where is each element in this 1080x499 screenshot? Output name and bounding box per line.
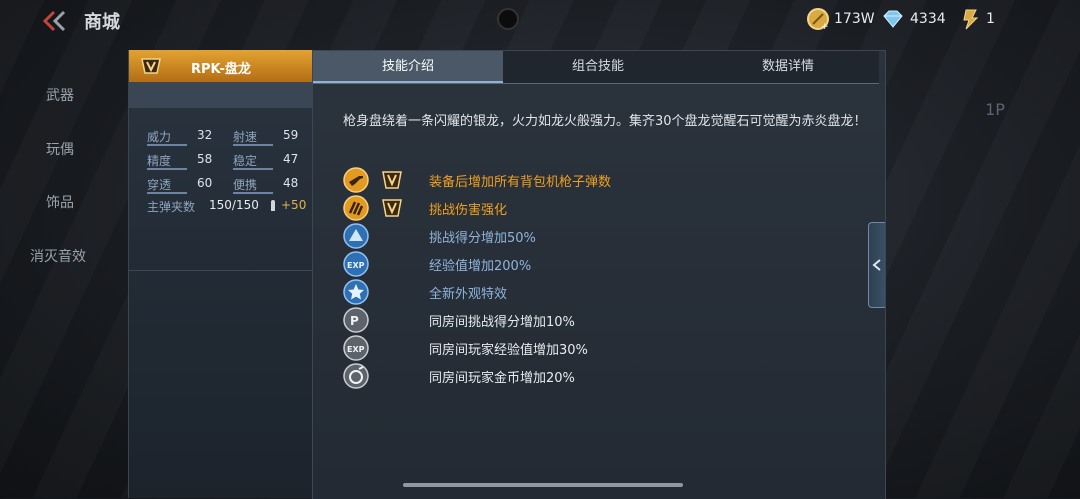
- skill-item: 挑战得分增加50%: [343, 223, 863, 249]
- skill-text: 同房间玩家金币增加20%: [429, 371, 575, 386]
- gold-coin-icon: +: [807, 8, 829, 31]
- svg-text:P: P: [350, 314, 359, 328]
- skill-text: 全新外观特效: [429, 287, 508, 302]
- ticket-value: 1: [986, 11, 995, 27]
- sidenav-item-kill-sound[interactable]: 消灭音效: [0, 246, 118, 266]
- skill-item: 挑战伤害强化: [343, 195, 863, 221]
- diamond-value: 4334: [910, 11, 946, 27]
- skill-item: P 同房间挑战得分增加10%: [343, 307, 863, 333]
- double-chevron-left-icon: [42, 10, 66, 32]
- ticket-balance[interactable]: 1: [960, 6, 995, 32]
- skill-item: 装备后增加所有背包机枪子弹数: [343, 167, 863, 193]
- skill-text: 同房间玩家经验值增加30%: [429, 343, 588, 358]
- stat-bar: [147, 192, 187, 194]
- claw-icon: [343, 195, 369, 221]
- skill-text: 挑战伤害强化: [429, 203, 508, 218]
- tab-data-details[interactable]: 数据详情: [693, 51, 883, 83]
- stat-accuracy: 精度 58: [147, 152, 213, 170]
- ammo-label: 主弹夹数: [147, 200, 196, 214]
- skill-item: EXP 经验值增加200%: [343, 251, 863, 277]
- stat-bar: [233, 144, 273, 146]
- stat-power: 威力 32: [147, 128, 213, 146]
- gold-coin-value: 173W: [834, 11, 875, 27]
- gold-coin-balance[interactable]: + 173W: [806, 6, 875, 32]
- room-coin-icon: [343, 363, 369, 389]
- exp-icon: EXP: [343, 251, 369, 277]
- sidenav-item-dolls[interactable]: 玩偶: [0, 139, 120, 159]
- room-score-icon: P: [343, 307, 369, 333]
- machine-gun-icon: [343, 167, 369, 193]
- tab-skill-intro[interactable]: 技能介绍: [313, 51, 503, 83]
- v-rank-badge-icon: [141, 58, 161, 74]
- stat-bar: [147, 168, 187, 170]
- svg-text:EXP: EXP: [347, 345, 365, 354]
- weapon-header: RPK-盘龙: [129, 50, 313, 82]
- divider: [313, 83, 879, 84]
- stat-bar: [233, 192, 273, 194]
- weapon-info-panel: RPK-盘龙 威力 32 射速 59 精度 58 稳定 47 穿透 60 便携 …: [128, 50, 313, 498]
- star-icon: [343, 279, 369, 305]
- horizontal-scrollbar[interactable]: [403, 483, 683, 487]
- divider: [129, 270, 313, 271]
- bullet-icon: [271, 200, 275, 211]
- sidenav-item-weapons[interactable]: 武器: [0, 85, 120, 105]
- back-button[interactable]: [40, 8, 70, 34]
- chevron-left-icon: [872, 259, 881, 271]
- stat-fire-rate: 射速 59: [233, 128, 299, 146]
- top-bar: 商城 + 173W 4334 1: [0, 0, 1080, 40]
- skill-text: 装备后增加所有背包机枪子弹数: [429, 175, 612, 190]
- ammo-bonus: +50: [281, 198, 307, 212]
- diamond-balance[interactable]: 4334: [880, 6, 946, 32]
- skill-panel: 技能介绍 组合技能 数据详情 枪身盘绕着一条闪耀的银龙，火力如龙火般强力。集齐3…: [312, 50, 886, 499]
- tab-combo-skills[interactable]: 组合技能: [503, 51, 693, 83]
- skill-text: 挑战得分增加50%: [429, 231, 536, 246]
- stat-stability: 稳定 47: [233, 152, 299, 170]
- stat-bar: [147, 144, 187, 146]
- collapse-panel-button[interactable]: [868, 222, 885, 308]
- diamond-icon: [883, 10, 903, 28]
- weapon-description: 枪身盘绕着一条闪耀的银龙，火力如龙火般强力。集齐30个盘龙觉醒石可觉醒为赤炎盘龙…: [343, 114, 867, 129]
- skill-text: 经验值增加200%: [429, 259, 532, 274]
- skill-item: EXP 同房间玩家经验值增加30%: [343, 335, 863, 361]
- room-tag: 1P: [985, 100, 1005, 119]
- ticket-icon: [963, 9, 979, 30]
- room-exp-icon: EXP: [343, 335, 369, 361]
- stat-bar: [233, 168, 273, 170]
- tab-bar: 技能介绍 组合技能 数据详情: [313, 51, 879, 83]
- weapon-name: RPK-盘龙: [191, 62, 251, 77]
- sidenav-item-accessories[interactable]: 饰品: [0, 192, 120, 212]
- skill-item: 全新外观特效: [343, 279, 863, 305]
- score-icon: [343, 223, 369, 249]
- svg-text:+: +: [821, 22, 829, 31]
- v-rank-badge-icon: [382, 199, 402, 217]
- weapon-subheader: [129, 82, 313, 108]
- page-title: 商城: [84, 12, 120, 33]
- stat-portability: 便携 48: [233, 176, 299, 194]
- stat-penetration: 穿透 60: [147, 176, 213, 194]
- svg-text:EXP: EXP: [347, 261, 365, 270]
- skill-text: 同房间挑战得分增加10%: [429, 315, 575, 330]
- ammo-value: 150/150: [209, 198, 259, 212]
- v-rank-badge-icon: [382, 171, 402, 189]
- camera-notch: [497, 8, 519, 30]
- skill-item: 同房间玩家金币增加20%: [343, 363, 863, 389]
